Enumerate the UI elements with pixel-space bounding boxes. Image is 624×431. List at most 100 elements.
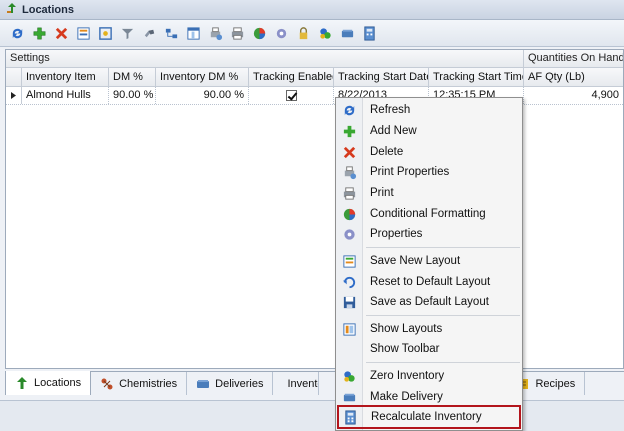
column-header-tracking-enabled[interactable]: Tracking Enabled [249, 68, 334, 86]
menu-item-label: Reset to Default Layout [370, 276, 491, 288]
print-properties-icon[interactable] [207, 25, 223, 41]
save-icon [338, 295, 360, 310]
menu-separator [366, 362, 520, 363]
zero-inventory-icon[interactable] [317, 25, 333, 41]
cell-inventory-item[interactable]: Almond Hulls [22, 87, 109, 104]
tab-chemistries[interactable]: Chemistries [91, 372, 188, 395]
menu-item-save-new-layout[interactable]: Save New Layout [338, 251, 520, 271]
lock-icon[interactable] [295, 25, 311, 41]
menu-item-conditional-formatting[interactable]: Conditional Formatting [338, 204, 520, 224]
recalculate-icon[interactable] [361, 25, 377, 41]
menu-item-print-properties[interactable]: Print Properties [338, 162, 520, 182]
conditional-formatting-icon [338, 207, 360, 222]
tab-deliveries[interactable]: Deliveries [187, 372, 274, 395]
menu-item-label: Show Layouts [370, 323, 443, 335]
column-header-inventory-dm[interactable]: Inventory DM % [156, 68, 249, 86]
inventory-grid: Settings Quantities On Hand Inventory It… [5, 49, 624, 369]
refresh-icon[interactable] [9, 25, 25, 41]
menu-item-zero-inventory[interactable]: Zero Inventory [338, 366, 520, 386]
menu-separator [366, 315, 520, 316]
column-header-inventory-item[interactable]: Inventory Item [22, 68, 109, 86]
link-icon[interactable] [141, 25, 157, 41]
column-icon[interactable] [185, 25, 201, 41]
tab-locations[interactable]: Locations [5, 371, 92, 395]
menu-item-make-delivery[interactable]: Make Delivery [338, 387, 520, 407]
column-header-af-qty[interactable]: AF Qty (Lb) [524, 68, 623, 86]
menu-item-label: Print Properties [370, 166, 450, 178]
menu-item-refresh[interactable]: Refresh [338, 100, 520, 120]
menu-item-recalculate-inventory[interactable]: Recalculate Inventory [337, 405, 521, 429]
column-header-tracking-start-time[interactable]: Tracking Start Time [429, 68, 524, 86]
tab-label: Deliveries [215, 377, 264, 390]
menu-item-properties[interactable]: Properties [338, 224, 520, 244]
layout-icon[interactable] [97, 25, 113, 41]
table-row[interactable]: Almond Hulls 90.00 % 90.00 % 8/22/2013 1… [6, 87, 623, 105]
menu-item-reset-layout[interactable]: Reset to Default Layout [338, 272, 520, 292]
conditional-formatting-icon[interactable] [251, 25, 267, 41]
recalculate-icon [339, 409, 361, 425]
zero-inventory-icon [338, 369, 360, 384]
cell-af-qty[interactable]: 4,900 [524, 87, 623, 104]
tracking-enabled-checkbox[interactable] [285, 90, 297, 101]
add-icon[interactable] [31, 25, 47, 41]
menu-item-delete[interactable]: Delete [338, 142, 520, 162]
menu-item-label: Recalculate Inventory [371, 411, 482, 423]
tree-icon[interactable] [163, 25, 179, 41]
bottom-tab-strip: Locations Chemistries Deliveries Invento… [5, 371, 624, 395]
menu-item-save-default-layout[interactable]: Save as Default Layout [338, 292, 520, 312]
locations-icon [6, 2, 18, 17]
chemistry-icon [101, 378, 113, 389]
menu-item-label: Delete [370, 146, 404, 158]
save-layout-icon [338, 254, 360, 269]
row-indicator [6, 87, 22, 104]
window-title: Locations [22, 3, 74, 16]
delete-icon [338, 145, 360, 160]
tab-label: Recipes [535, 377, 576, 390]
settings-icon[interactable] [273, 25, 289, 41]
menu-item-show-toolbar[interactable]: Show Toolbar [338, 339, 520, 359]
delete-icon[interactable] [53, 25, 69, 41]
menu-item-label: Zero Inventory [370, 370, 445, 382]
menu-separator [366, 247, 520, 248]
column-header-tracking-start-date[interactable]: Tracking Start Date [334, 68, 429, 86]
make-delivery-icon[interactable] [339, 25, 355, 41]
cell-tracking-enabled[interactable] [249, 87, 334, 104]
column-header-dm[interactable]: DM % [109, 68, 156, 86]
print-icon[interactable] [229, 25, 245, 41]
filter-icon[interactable] [119, 25, 135, 41]
row-indicator-header [6, 68, 22, 86]
menu-item-label: Show Toolbar [370, 343, 440, 355]
tab-label: Chemistries [119, 377, 178, 390]
window-titlebar: Locations [0, 0, 624, 20]
menu-item-add-new[interactable]: Add New [338, 121, 520, 141]
gear-icon [338, 227, 360, 242]
menu-item-label: Make Delivery [370, 391, 443, 403]
tab-label: Inventory [287, 377, 318, 390]
cell-dm[interactable]: 90.00 % [109, 87, 156, 104]
menu-item-label: Refresh [370, 104, 411, 116]
properties-icon[interactable] [75, 25, 91, 41]
add-icon [338, 124, 360, 139]
delivery-icon [197, 379, 210, 388]
menu-item-label: Conditional Formatting [370, 208, 486, 220]
toolbar [0, 20, 624, 47]
print-icon [338, 186, 360, 201]
menu-item-label: Properties [370, 228, 423, 240]
location-icon [17, 377, 27, 389]
grid-band-row: Settings Quantities On Hand [6, 50, 623, 68]
row-pointer-icon [11, 92, 16, 99]
menu-item-label: Print [370, 187, 394, 199]
context-menu: Refresh Add New Delete Print Properties … [335, 97, 523, 431]
menu-item-label: Add New [370, 125, 417, 137]
menu-item-show-layouts[interactable]: Show Layouts [338, 319, 520, 339]
tab-label: Locations [34, 377, 82, 389]
grid-header-row: Inventory Item DM % Inventory DM % Track… [6, 68, 623, 87]
band-quantities: Quantities On Hand [528, 52, 623, 64]
menu-item-label: Save as Default Layout [370, 296, 489, 308]
make-delivery-icon [338, 390, 360, 405]
cell-inventory-dm[interactable]: 90.00 % [156, 87, 249, 104]
menu-item-print[interactable]: Print [338, 183, 520, 203]
refresh-icon [338, 103, 360, 118]
menu-item-label: Save New Layout [370, 255, 461, 267]
tab-inventory[interactable]: Inventory [273, 372, 320, 395]
